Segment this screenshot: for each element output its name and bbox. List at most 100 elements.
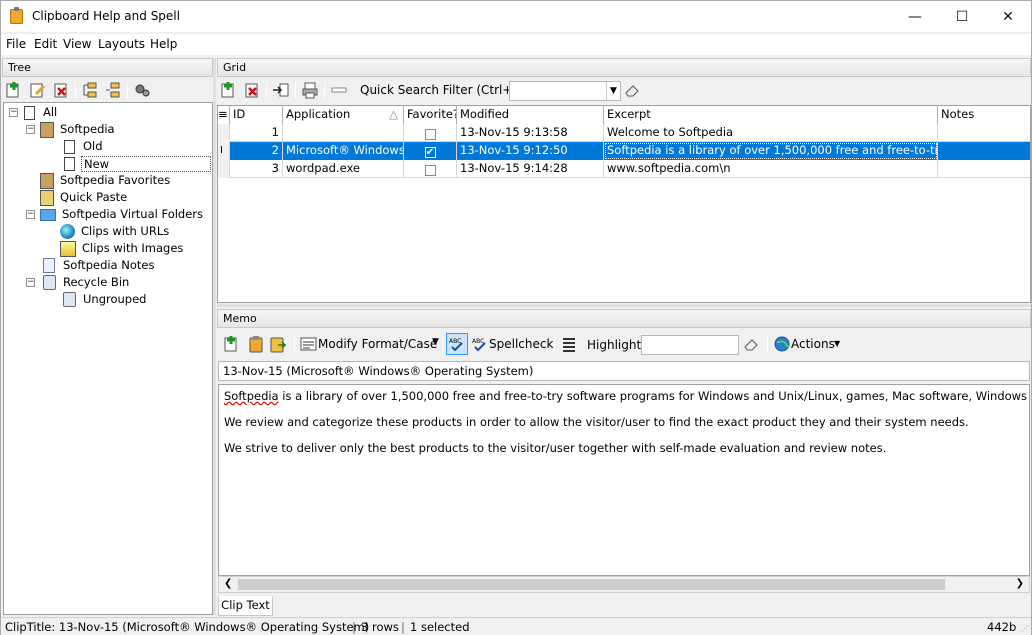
highlight-label: Highlight [587,338,642,352]
horizontal-splitter[interactable] [217,304,1031,307]
column-header-excerpt[interactable]: Excerpt [604,106,938,124]
svg-text:ABC: ABC [472,338,484,345]
tab-clip-text[interactable]: Clip Text [218,596,273,616]
quick-search-input[interactable]: ▼ [509,81,621,101]
delete-clip-icon[interactable] [243,81,261,99]
tree-node-softpedia-notes[interactable]: Softpedia Notes [42,257,156,274]
paste-special-icon[interactable] [269,335,287,353]
new-clip-icon[interactable] [219,81,237,99]
clip-group-icon [40,121,54,138]
actions-button[interactable]: Actions [791,337,835,351]
memo-paragraph: We strive to deliver only the best produ… [224,441,887,455]
row-marker: I [218,142,230,160]
tree-node-virtual-folders[interactable]: Softpedia Virtual Folders [40,206,205,223]
spellcheck-as-you-type-toggle[interactable]: ABC [446,333,468,355]
grid-toolbar: Quick Search Filter (Ctrl+F): ▼ [217,78,1031,103]
paste-icon[interactable] [247,335,265,353]
favorite-checkbox[interactable] [424,128,436,140]
tree-node-clips-with-images[interactable]: Clips with Images [60,240,185,257]
chevron-down-icon[interactable]: ▼ [432,337,439,347]
column-header-id[interactable]: ID [230,106,283,124]
tree-node-quick-paste[interactable]: Quick Paste [40,189,129,206]
scrollbar-thumb[interactable] [238,579,945,590]
status-size: 442b [987,620,1017,634]
chevron-down-icon[interactable]: ▼ [834,339,840,348]
maximize-button[interactable]: ☐ [939,1,985,32]
new-memo-icon[interactable] [222,335,240,353]
table-row-selected[interactable]: I 2 Microsoft® Windows®... ✔ 13-Nov-15 9… [218,142,1030,160]
recycle-bin-icon [43,275,56,290]
column-header-favorite[interactable]: Favorite? [404,106,457,124]
scroll-right-icon[interactable]: ❯ [1016,578,1024,589]
globe-icon [60,224,75,239]
misspelled-word: Softpedia [224,389,279,403]
spellcheck-button[interactable]: Spellcheck [489,337,553,351]
minimize-button[interactable]: — [892,1,938,32]
print-icon[interactable] [301,81,319,99]
svg-text:ABC: ABC [449,338,461,345]
tree-node-old[interactable]: Old [62,138,105,155]
title-bar: Clipboard Help and Spell — ☐ ✕ [1,1,1031,32]
column-header-application[interactable]: Application △ [283,106,404,124]
tree-node-ungrouped[interactable]: Ungrouped [62,291,148,308]
image-icon [60,240,76,257]
memo-title-field[interactable]: 13-Nov-15 (Microsoft® Windows® Operating… [218,361,1030,381]
menu-layouts[interactable]: Layouts [98,37,145,51]
memo-pane-header: Memo [217,309,1031,328]
menu-bar: File Edit View Layouts Help [1,34,1031,55]
collapse-all-icon[interactable] [104,81,122,99]
menu-help[interactable]: Help [150,37,177,51]
expand-all-icon[interactable] [81,81,99,99]
tree-node-new[interactable]: New [62,155,211,172]
eraser-icon[interactable] [742,335,760,353]
tree-node-all[interactable]: All [22,104,59,121]
memo-editor[interactable]: Softpedia is a library of over 1,500,000… [218,384,1030,576]
eraser-icon[interactable] [623,81,641,99]
favorite-checkbox[interactable]: ✔ [424,146,436,158]
status-cliptitle: ClipTitle: 13-Nov-15 (Microsoft® Windows… [5,620,370,634]
tree-toolbar [3,78,213,103]
add-icon[interactable] [5,81,23,99]
note-icon [43,258,55,273]
table-row[interactable]: 1 13-Nov-15 9:13:58 Welcome to Softpedia [218,124,1030,142]
tree-node-softpedia-favorites[interactable]: Softpedia Favorites [40,172,172,189]
modify-format-case-button[interactable]: Modify Format/Case [318,337,437,351]
delete-icon[interactable] [52,81,70,99]
recycle-bin-icon [63,292,76,307]
vertical-splitter[interactable] [213,58,216,615]
folder-icon [40,208,56,221]
collapse-toggle[interactable]: − [26,210,35,219]
column-header-modified[interactable]: Modified [457,106,604,124]
menu-view[interactable]: View [63,37,91,51]
document-icon [64,139,75,154]
close-button[interactable]: ✕ [985,1,1031,32]
column-chooser-icon[interactable]: ≡ [218,106,230,124]
table-row[interactable]: 3 wordpad.exe 13-Nov-15 9:14:28 www.soft… [218,160,1030,178]
spellcheck-icon[interactable]: ABC [471,335,489,353]
favorite-checkbox[interactable] [424,164,436,176]
menu-file[interactable]: File [6,37,26,51]
column-header-notes[interactable]: Notes [938,106,1030,124]
move-to-icon[interactable] [272,81,290,99]
chevron-down-icon[interactable]: ▼ [606,82,620,100]
settings-gears-icon[interactable] [133,81,151,99]
tree-node-softpedia[interactable]: Softpedia [40,121,117,138]
app-window: Clipboard Help and Spell — ☐ ✕ File Edit… [0,0,1032,635]
actions-globe-icon[interactable] [773,335,791,353]
highlight-list-icon[interactable] [560,335,578,353]
resize-grip-icon[interactable]: ⋰ [1021,624,1029,633]
scroll-left-icon[interactable]: ❮ [224,578,232,589]
quick-search-label: Quick Search Filter (Ctrl+F): [360,83,529,97]
highlight-input[interactable] [641,335,739,355]
collapse-toggle[interactable]: − [26,278,35,287]
edit-icon[interactable] [29,81,47,99]
tree-node-recycle-bin[interactable]: Recycle Bin [42,274,131,291]
grid-header-row: ≡ ID Application △ Favorite? Modified Exc… [218,106,1030,124]
collapse-toggle[interactable]: − [26,125,35,134]
filter-bar-icon[interactable] [330,81,348,99]
tree-node-clips-with-urls[interactable]: Clips with URLs [60,223,171,240]
menu-edit[interactable]: Edit [34,37,57,51]
collapse-toggle[interactable]: − [9,108,18,117]
horizontal-scrollbar[interactable]: ❮ ❯ [218,576,1030,593]
format-case-icon[interactable] [300,335,318,353]
